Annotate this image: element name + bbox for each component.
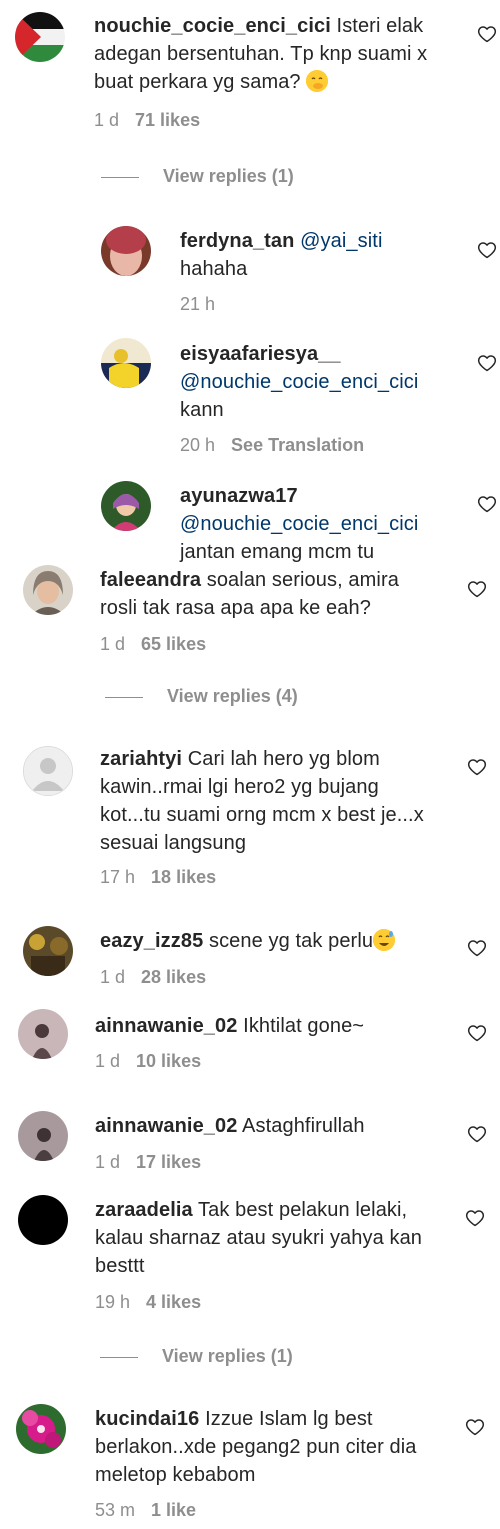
- view-replies-label: View replies (1): [162, 1346, 293, 1366]
- avatar[interactable]: [23, 746, 73, 796]
- comment-time: 19 h: [95, 1292, 131, 1312]
- reply-body: jantan emang mcm tu: [180, 541, 375, 563]
- comment-text: ainnawanie_02 Ikhtilat gone~: [95, 1012, 455, 1040]
- heart-icon[interactable]: [477, 24, 497, 44]
- comment-time: 1 d: [100, 967, 126, 987]
- reply-username[interactable]: ayunazwa17: [180, 485, 298, 507]
- comment-body: scene yg tak perlu: [208, 930, 374, 952]
- comment-likes[interactable]: 28 likes: [141, 967, 206, 987]
- comment-time: 1 d: [95, 1152, 121, 1172]
- reply-meta: 20 h See Translation: [180, 435, 364, 456]
- divider-line: [101, 176, 139, 178]
- comment-body: Ikhtilat gone~: [243, 1015, 365, 1037]
- avatar[interactable]: [23, 926, 73, 976]
- comment-time: 1 d: [94, 110, 120, 130]
- comment-username[interactable]: eazy_izz85: [100, 930, 203, 952]
- heart-icon[interactable]: [467, 938, 487, 958]
- reply-mention[interactable]: @nouchie_cocie_enci_cici: [180, 371, 418, 393]
- heart-icon[interactable]: [465, 1417, 485, 1437]
- reply-username[interactable]: eisyaafariesya__: [180, 343, 341, 365]
- heart-icon[interactable]: [477, 353, 497, 373]
- avatar[interactable]: [18, 1111, 68, 1161]
- comment-username[interactable]: zariahtyi: [100, 748, 182, 770]
- comment-likes[interactable]: 1 like: [151, 1500, 196, 1520]
- avatar[interactable]: [101, 226, 151, 276]
- comment-username[interactable]: kucindai16: [95, 1408, 199, 1430]
- view-replies-button[interactable]: View replies (4): [105, 686, 298, 707]
- comment-meta: 1 d 17 likes: [95, 1152, 201, 1173]
- comment-likes[interactable]: 17 likes: [136, 1152, 201, 1172]
- comment-text: zaraadelia Tak best pelakun lelaki, kala…: [95, 1196, 450, 1280]
- reply-body: kann: [180, 399, 224, 421]
- comment-text: ainnawanie_02 Astaghfirullah: [95, 1112, 455, 1140]
- face-with-hand-over-mouth-icon: [306, 70, 329, 92]
- reply-text: eisyaafariesya__ @nouchie_cocie_enci_cic…: [180, 340, 470, 424]
- avatar[interactable]: [101, 338, 151, 388]
- comment-time: 17 h: [100, 867, 136, 887]
- avatar[interactable]: [18, 1009, 68, 1059]
- heart-icon[interactable]: [465, 1208, 485, 1228]
- comment-meta: 53 m 1 like: [95, 1500, 196, 1521]
- reply-body: hahaha: [180, 258, 248, 280]
- avatar[interactable]: [23, 565, 73, 615]
- comment-body: Astaghfirullah: [242, 1115, 365, 1137]
- reply-meta: 21 h: [180, 294, 215, 315]
- comment-username[interactable]: ainnawanie_02: [95, 1115, 237, 1137]
- comment-username[interactable]: faleeandra: [100, 569, 201, 591]
- view-replies-label: View replies (4): [167, 686, 298, 706]
- comment-time: 1 d: [100, 634, 126, 654]
- heart-icon[interactable]: [467, 1124, 487, 1144]
- comment-text: kucindai16 Izzue Islam lg best berlakon.…: [95, 1405, 445, 1489]
- comment-likes[interactable]: 10 likes: [136, 1051, 201, 1071]
- avatar[interactable]: [101, 481, 151, 531]
- heart-icon[interactable]: [467, 1023, 487, 1043]
- comment-time: 53 m: [95, 1500, 136, 1520]
- comment-username[interactable]: zaraadelia: [95, 1199, 193, 1221]
- heart-icon[interactable]: [467, 757, 487, 777]
- heart-icon[interactable]: [477, 494, 497, 514]
- comment-time: 1 d: [95, 1051, 121, 1071]
- comment-likes[interactable]: 18 likes: [151, 867, 216, 887]
- divider-line: [105, 696, 143, 698]
- reply-mention[interactable]: @yai_siti: [300, 230, 382, 252]
- grinning-sweat-icon: [373, 929, 396, 951]
- comment-meta: 1 d 71 likes: [94, 110, 200, 131]
- view-replies-label: View replies (1): [163, 166, 294, 186]
- comment-meta: 19 h 4 likes: [95, 1292, 201, 1313]
- comment-meta: 1 d 65 likes: [100, 634, 206, 655]
- comment-meta: 1 d 10 likes: [95, 1051, 201, 1072]
- reply-username[interactable]: ferdyna_tan: [180, 230, 294, 252]
- avatar[interactable]: [16, 1404, 66, 1454]
- comment-likes[interactable]: 4 likes: [146, 1292, 201, 1312]
- comment-username[interactable]: ainnawanie_02: [95, 1015, 237, 1037]
- comment-meta: 17 h 18 likes: [100, 867, 216, 888]
- view-replies-button[interactable]: View replies (1): [101, 166, 294, 187]
- avatar[interactable]: [18, 1195, 68, 1245]
- comment-text: nouchie_cocie_enci_cici Isteri elak adeg…: [94, 12, 456, 96]
- reply-time: 21 h: [180, 294, 216, 314]
- reply-text: ferdyna_tan @yai_siti hahaha: [180, 227, 450, 283]
- reply-mention[interactable]: @nouchie_cocie_enci_cici: [180, 513, 418, 535]
- comment-username[interactable]: nouchie_cocie_enci_cici: [94, 15, 331, 37]
- comment-meta: 1 d 28 likes: [100, 967, 206, 988]
- view-replies-button[interactable]: View replies (1): [100, 1346, 293, 1367]
- reply-time: 20 h: [180, 435, 216, 455]
- comment-likes[interactable]: 65 likes: [141, 634, 206, 654]
- comment-text: zariahtyi Cari lah hero yg blom kawin..r…: [100, 745, 440, 857]
- comment-text: eazy_izz85 scene yg tak perlu: [100, 927, 450, 955]
- heart-icon[interactable]: [477, 240, 497, 260]
- comment-text: faleeandra soalan serious, amira rosli t…: [100, 566, 440, 622]
- see-translation-link[interactable]: See Translation: [231, 435, 364, 455]
- heart-icon[interactable]: [467, 579, 487, 599]
- reply-text: ayunazwa17 @nouchie_cocie_enci_cici jant…: [180, 482, 470, 566]
- avatar[interactable]: [15, 12, 65, 62]
- comment-likes[interactable]: 71 likes: [135, 110, 200, 130]
- divider-line: [100, 1356, 138, 1358]
